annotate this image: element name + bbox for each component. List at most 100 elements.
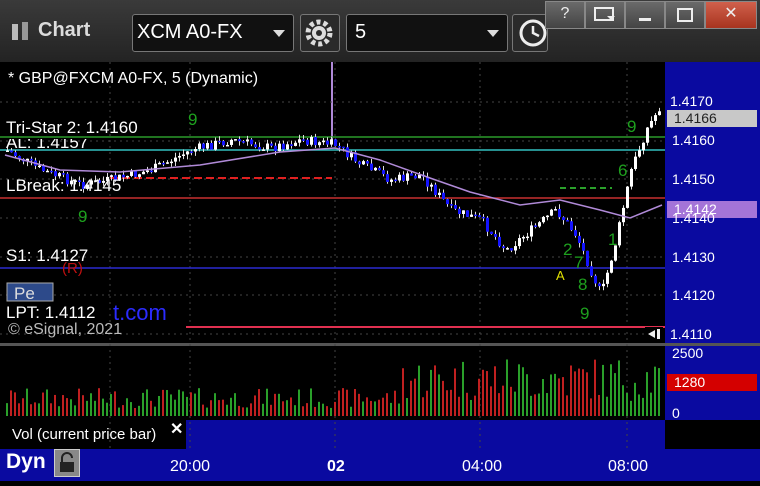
volume-bar (558, 378, 560, 416)
candle (522, 237, 525, 239)
minimize-button[interactable] (625, 1, 665, 29)
pane-divider[interactable] (0, 343, 760, 346)
candle (370, 163, 373, 171)
volume-bar (438, 374, 440, 416)
candle (410, 173, 413, 176)
volume-bar (386, 393, 388, 416)
volume-bar (150, 400, 152, 416)
volume-bar (250, 403, 252, 416)
candle (602, 283, 605, 287)
volume-bar (110, 394, 112, 416)
volume-bar (182, 391, 184, 416)
volume-bar (194, 393, 196, 416)
volume-bar (434, 365, 436, 416)
dock-button[interactable] (585, 1, 625, 29)
candle (606, 272, 609, 284)
close-button[interactable]: ✕ (705, 1, 757, 29)
candle (622, 207, 625, 223)
help-button[interactable]: ? (545, 1, 585, 29)
svg-text:8: 8 (578, 275, 587, 294)
volume-bar (478, 378, 480, 416)
volume-bar (554, 373, 556, 416)
candle (474, 214, 477, 217)
help-label: ? (560, 5, 570, 22)
volume-bar (42, 392, 44, 416)
svg-text:9: 9 (78, 207, 87, 226)
volume-bar (242, 407, 244, 416)
svg-text:1: 1 (608, 230, 617, 249)
candle (46, 170, 49, 173)
copyright-text: © eSignal, 2021 (8, 321, 123, 338)
candle (162, 162, 165, 165)
candle (198, 143, 201, 150)
chart-header: * GBP@FXCM A0-FX, 5 (Dynamic) (8, 70, 259, 87)
candle (414, 175, 417, 179)
candle (182, 154, 185, 156)
candle (462, 210, 465, 215)
volume-bar (406, 397, 408, 416)
volume-bar (462, 361, 464, 416)
volume-bar (158, 395, 160, 416)
volume-bar (138, 405, 140, 416)
candle (150, 170, 153, 173)
volume-bar (574, 371, 576, 416)
candle (446, 199, 449, 205)
candle (186, 151, 189, 155)
volume-bar (234, 393, 236, 416)
volume-bar (54, 394, 56, 416)
candle (406, 173, 409, 181)
candle (654, 115, 657, 121)
candle (374, 167, 377, 171)
volume-bar (546, 393, 548, 416)
svg-text:2: 2 (563, 240, 572, 259)
candle (246, 139, 249, 142)
settings-button[interactable] (300, 14, 340, 52)
volume-bar (458, 396, 460, 416)
dock-icon (594, 7, 615, 21)
window-title: Chart (38, 19, 91, 41)
candle (566, 220, 569, 222)
volume-study-label[interactable]: Vol (current price bar) (12, 426, 156, 443)
volume-bar (190, 392, 192, 416)
volume-bar (286, 400, 288, 416)
candle (626, 186, 629, 208)
candle (290, 144, 293, 146)
candle (222, 141, 225, 146)
candle (270, 143, 273, 146)
volume-bar (214, 393, 216, 416)
volume-bar (154, 406, 156, 416)
remove-study-icon[interactable]: ✕ (170, 419, 183, 439)
svg-text:9: 9 (580, 304, 589, 323)
volume-bar (378, 399, 380, 416)
volume-bar (314, 406, 316, 416)
footer-mode[interactable]: Dyn (6, 450, 46, 474)
candle (638, 150, 641, 157)
candle (306, 139, 309, 145)
volume-bar (538, 393, 540, 416)
volume-bar (178, 389, 180, 416)
volume-bar (210, 400, 212, 416)
maximize-button[interactable] (665, 1, 705, 29)
volume-bar (342, 388, 344, 416)
candle (618, 222, 621, 246)
lock-button[interactable] (54, 449, 80, 477)
volume-bar (102, 398, 104, 416)
time-template-button[interactable] (512, 14, 548, 52)
marker-a: A (556, 268, 565, 283)
candle (218, 140, 221, 143)
symbol-dropdown[interactable]: XCM A0-FX (132, 14, 294, 52)
svg-text:9: 9 (627, 117, 636, 136)
volume-bar (582, 369, 584, 416)
interval-dropdown[interactable]: 5 (346, 14, 508, 52)
volume-bar (198, 388, 200, 416)
volume-bar (598, 394, 600, 416)
chart-area[interactable]: 999 278 916 A (R) 1.4170 1.4160 1.4150 1… (0, 62, 760, 481)
volume-bar (614, 373, 616, 416)
candle (578, 235, 581, 243)
volume-bar (122, 405, 124, 416)
candle (226, 144, 229, 147)
volume-bar (562, 377, 564, 416)
volume-bar (126, 398, 128, 416)
candle (250, 139, 253, 145)
candle (554, 209, 557, 211)
